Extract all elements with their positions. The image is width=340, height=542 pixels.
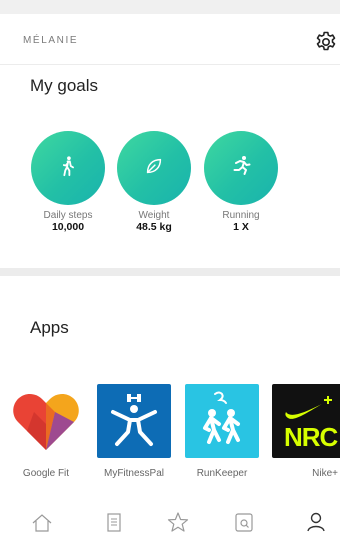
tab-journal[interactable] [99,512,129,542]
star-icon [167,512,189,537]
goal-circle [31,131,105,205]
leaf-icon [143,155,165,182]
document-icon [105,512,123,537]
profile-header: MÉLANIE [0,14,340,64]
status-spacer [0,0,340,14]
goal-daily-steps[interactable]: Daily steps 10,000 [31,131,105,233]
section-divider [0,268,340,276]
home-icon [31,512,53,537]
tab-home[interactable] [27,512,57,542]
search-device-icon [234,512,254,537]
profile-icon [306,512,326,537]
goal-running[interactable]: Running 1 X [204,131,278,233]
apps-title: Apps [30,318,69,337]
goal-label: Daily steps [43,210,93,221]
tab-favorites[interactable] [163,512,193,542]
goal-label: Weight [138,210,170,221]
goal-weight[interactable]: Weight 48.5 kg [117,131,191,233]
running-person-icon [229,154,253,183]
goal-value: 10,000 [51,221,85,233]
username: MÉLANIE [23,35,79,46]
app-name: MyFitnessPal [103,468,164,479]
walking-person-icon [57,155,79,182]
app-myfitnesspal[interactable]: MyFitnessPal [97,384,171,479]
tab-discover[interactable] [229,512,259,542]
google-fit-logo [9,384,83,458]
tab-profile[interactable] [301,512,331,542]
goal-circle [204,131,278,205]
goal-label: Running [222,210,260,221]
goal-circle [117,131,191,205]
app-name: Google Fit [22,468,70,479]
header-divider [0,64,340,65]
goal-value: 48.5 kg [136,221,172,233]
bottom-tab-bar [0,512,340,542]
app-name: Nike+ [312,468,338,479]
app-google-fit[interactable]: Google Fit [9,384,83,479]
nike-run-club-logo: NRC [272,384,340,458]
myfitnesspal-logo [97,384,171,458]
goals-title: My goals [30,76,99,95]
goal-value: 1 X [233,221,249,233]
gear-icon[interactable] [314,30,338,54]
app-nike-plus[interactable]: NRC Nike+ [272,384,340,479]
app-name: RunKeeper [196,468,248,479]
nike-logo-text: NRC [284,422,338,452]
runkeeper-logo [185,384,259,458]
app-runkeeper[interactable]: RunKeeper [185,384,259,479]
